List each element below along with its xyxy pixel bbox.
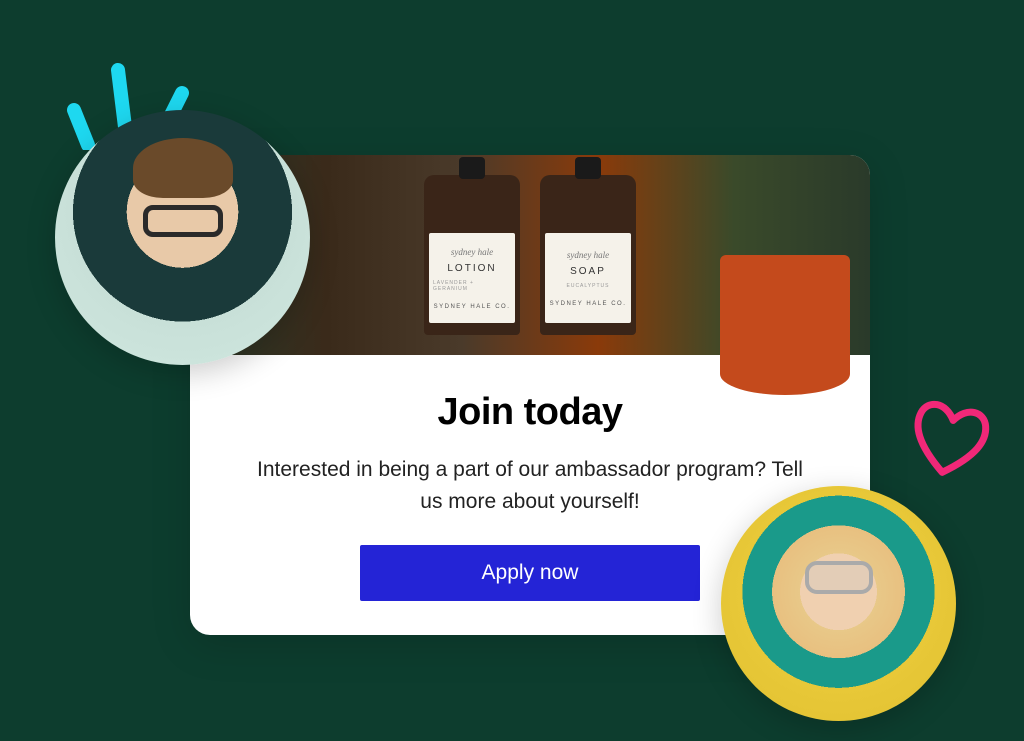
bottle-brand: SYDNEY HALE CO. — [550, 301, 627, 307]
bottle-brand: SYDNEY HALE CO. — [434, 304, 511, 310]
card-title: Join today — [250, 391, 810, 434]
bottle-product-name: LOTION — [447, 263, 496, 274]
apply-now-button[interactable]: Apply now — [360, 545, 700, 601]
card-description: Interested in being a part of our ambass… — [250, 454, 810, 517]
product-bottle: sydney hale SOAP EUCALYPTUS SYDNEY HALE … — [540, 175, 636, 335]
bottle-subtitle: EUCALYPTUS — [567, 283, 610, 289]
bottle-subtitle: LAVENDER + GERANIUM — [433, 280, 511, 292]
ambassador-avatar-2 — [721, 486, 956, 721]
ambassador-avatar-1 — [55, 110, 310, 365]
heart-icon — [904, 395, 994, 485]
bottle-product-name: SOAP — [570, 266, 606, 277]
product-bottle: sydney hale LOTION LAVENDER + GERANIUM S… — [424, 175, 520, 335]
plant-pot — [720, 255, 850, 395]
